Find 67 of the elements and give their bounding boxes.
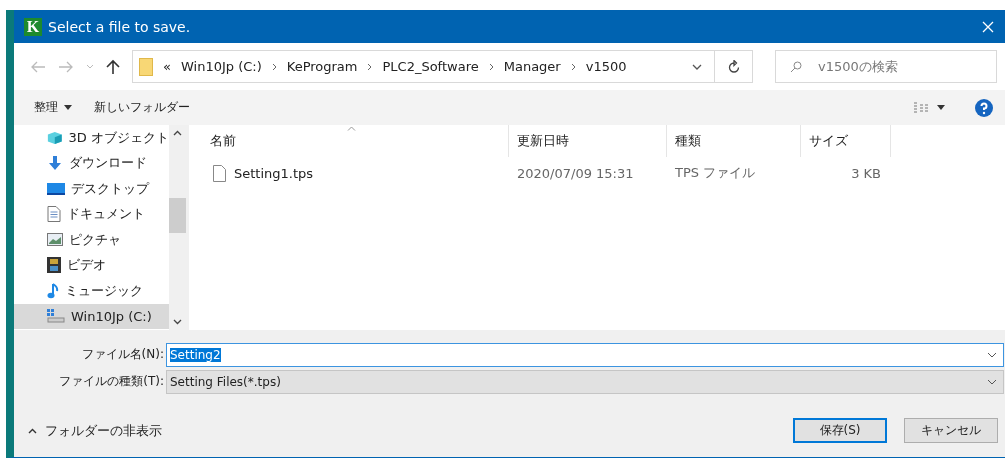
table-cell-text: 3 KB: [850, 165, 882, 181]
column-header[interactable]: サイズ: [801, 125, 891, 157]
down-arrow-icon: [47, 155, 63, 172]
organize-menu[interactable]: 整理: [34, 99, 72, 116]
file-icon: [213, 164, 226, 182]
table-cell-text: 2020/07/09 15:31: [516, 165, 635, 181]
sort-ascending-icon: [346, 126, 356, 131]
dropdown-caret-icon[interactable]: [987, 351, 997, 358]
column-header[interactable]: 名前: [209, 125, 509, 157]
chevron-icon: [367, 62, 373, 71]
file-name[interactable]: Setting1.tps: [234, 165, 314, 181]
close-icon[interactable]: [981, 19, 995, 34]
address-bar[interactable]: « Win10Jp (C:) KeProgram PLC2_Software Manager v1500: [132, 50, 715, 83]
filename-label: ファイル名(N):: [80, 346, 165, 363]
window-title: Select a file to save.: [48, 18, 191, 35]
drive-icon: [47, 309, 65, 324]
breadcrumb[interactable]: PLC2_Software: [382, 59, 479, 74]
refresh-icon: [727, 60, 740, 73]
column-header[interactable]: 種類: [667, 125, 801, 157]
sidebar-item[interactable]: 3D オブジェクト: [14, 125, 169, 151]
chevron-icon: [271, 62, 277, 71]
chevron-icon: [488, 62, 494, 71]
filetype-label: ファイルの種類(T):: [58, 373, 165, 390]
sidebar-item[interactable]: ドキュメント: [14, 201, 169, 227]
cube-icon: [47, 129, 63, 146]
breadcrumb[interactable]: Win10Jp (C:): [180, 59, 262, 74]
picture-icon: [47, 233, 63, 247]
breadcrumb[interactable]: Manager: [503, 59, 561, 74]
details-view-icon: [913, 101, 931, 114]
dialog-button[interactable]: キャンセル: [904, 418, 998, 443]
search-icon: [790, 60, 802, 73]
table-cell-text: TPS ファイル: [674, 164, 757, 182]
sidebar-item[interactable]: ピクチャ: [14, 227, 169, 253]
scroll-down-icon[interactable]: [173, 319, 182, 325]
folder-icon: [139, 57, 153, 76]
caret-down-icon: [937, 105, 945, 110]
sidebar-item[interactable]: Win10Jp (C:): [14, 303, 169, 329]
caret-down-icon: [64, 105, 72, 110]
desktop-icon: [47, 181, 65, 196]
breadcrumb[interactable]: v1500: [585, 59, 627, 74]
search-field[interactable]: v1500の検索: [775, 50, 997, 83]
dialog-button[interactable]: 保存(S): [793, 418, 887, 443]
filetype-dropdown[interactable]: Setting Files(*.tps): [166, 369, 1004, 394]
app-logo-icon: K: [24, 17, 42, 36]
sidebar-item[interactable]: ダウンロード: [14, 150, 169, 176]
filename-field[interactable]: Setting2: [166, 342, 1004, 367]
sidebar-item[interactable]: ビデオ: [14, 252, 169, 278]
document-icon: [47, 206, 61, 223]
music-note-icon: [47, 282, 59, 299]
refresh-button[interactable]: [715, 50, 753, 83]
up-arrow-icon[interactable]: [106, 58, 120, 75]
view-options-button[interactable]: [913, 101, 945, 114]
chevron-icon: [570, 62, 576, 71]
scroll-up-icon[interactable]: [173, 130, 182, 136]
help-icon[interactable]: [975, 98, 993, 117]
breadcrumb-overflow[interactable]: «: [163, 59, 171, 74]
sidebar-item[interactable]: デスクトップ: [14, 176, 169, 202]
breadcrumb[interactable]: KeProgram: [286, 59, 358, 74]
column-header[interactable]: 更新日時: [509, 125, 667, 157]
dropdown-caret-icon[interactable]: [692, 63, 702, 70]
hide-folders-toggle[interactable]: フォルダーの非表示: [28, 421, 162, 440]
dropdown-caret-icon[interactable]: [987, 378, 997, 385]
scrollbar-thumb[interactable]: [169, 198, 186, 233]
new-folder-button[interactable]: 新しいフォルダー: [94, 99, 190, 116]
film-icon: [47, 257, 61, 274]
sidebar-item[interactable]: ミュージック: [14, 278, 169, 304]
chevron-up-icon: [28, 427, 37, 434]
